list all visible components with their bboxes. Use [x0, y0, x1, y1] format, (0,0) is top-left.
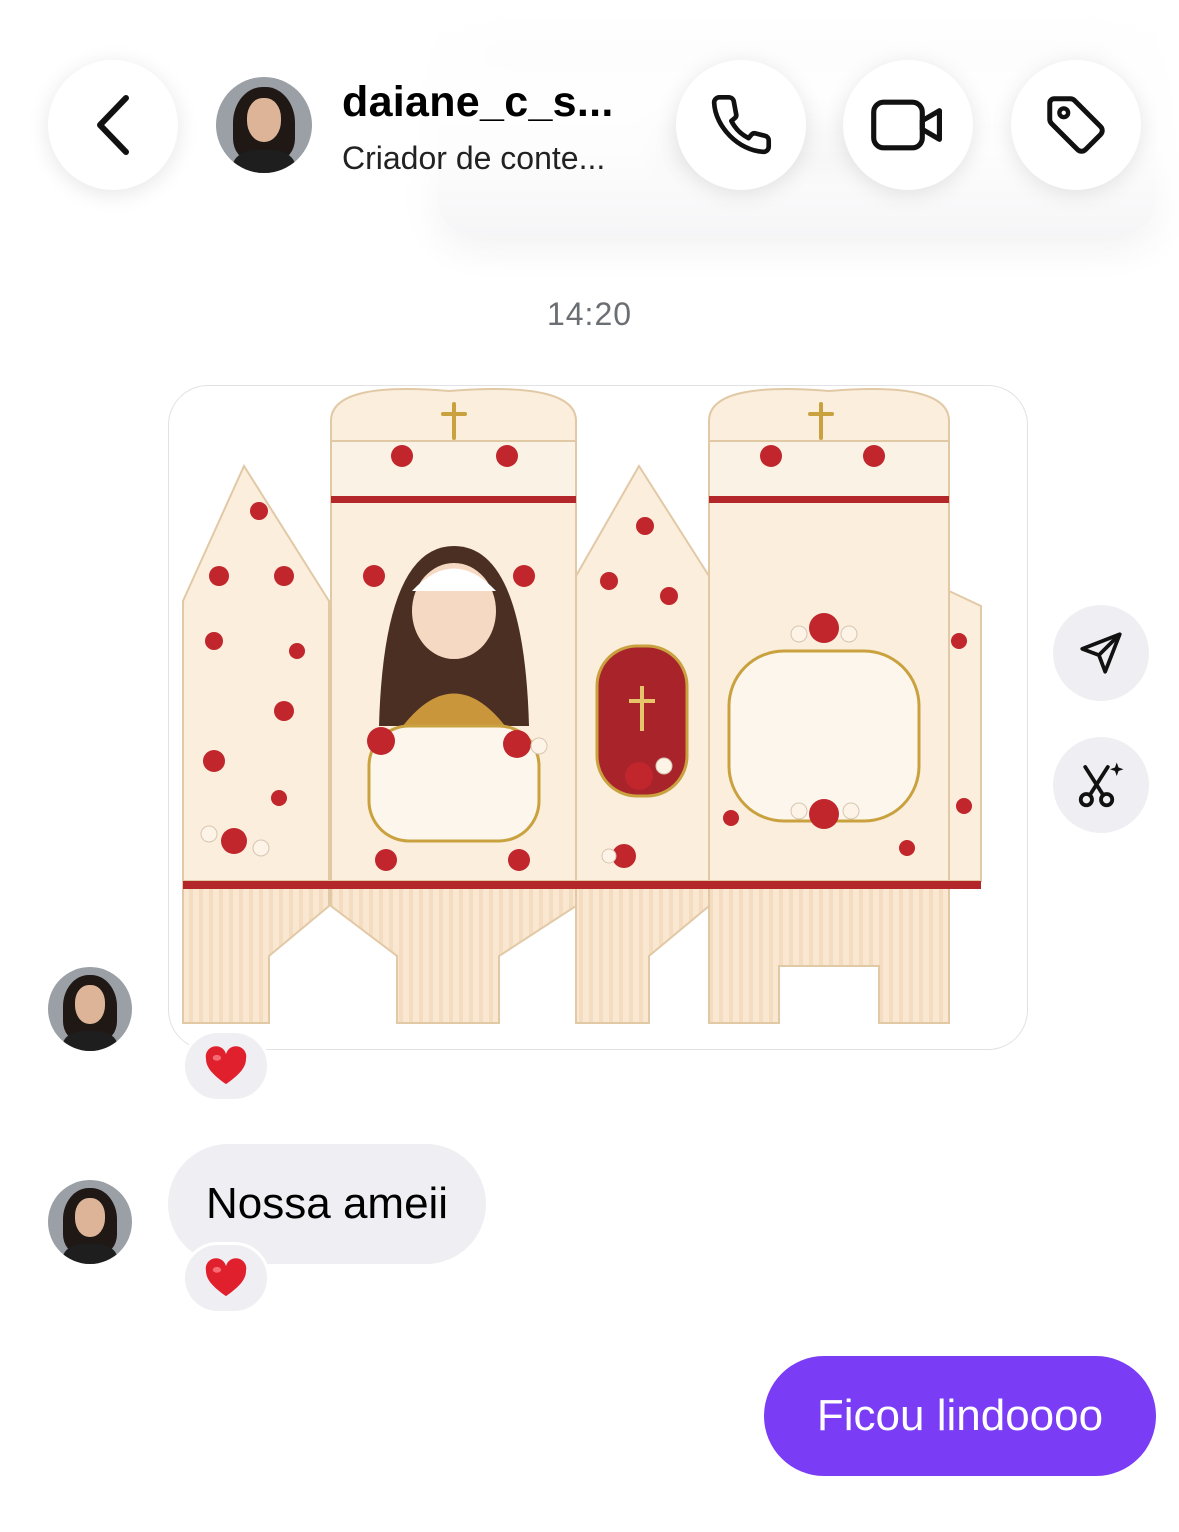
- heart-reaction[interactable]: [182, 1242, 270, 1314]
- video-camera-icon: [871, 99, 942, 151]
- phone-icon: [711, 94, 772, 155]
- heart-icon: [205, 1046, 247, 1085]
- heart-reaction[interactable]: [182, 1030, 270, 1102]
- scissors-sparkle-icon: [1078, 762, 1124, 808]
- sender-avatar[interactable]: [48, 1180, 132, 1264]
- call-button[interactable]: [676, 60, 806, 190]
- remix-button[interactable]: [1053, 737, 1149, 833]
- tag-icon: [1047, 96, 1105, 154]
- tag-button[interactable]: [1011, 60, 1141, 190]
- image-message[interactable]: [168, 385, 1028, 1050]
- outgoing-message-bubble[interactable]: Ficou lindoooo: [764, 1356, 1156, 1476]
- share-button[interactable]: [1053, 605, 1149, 701]
- video-call-button[interactable]: [843, 60, 973, 190]
- chevron-left-icon: [97, 95, 129, 155]
- message-timestamp: 14:20: [546, 296, 633, 332]
- contact-name[interactable]: daiane_c_s...: [342, 78, 662, 127]
- heart-icon: [205, 1258, 247, 1297]
- message-text: Ficou lindoooo: [816, 1391, 1104, 1440]
- contact-subtitle[interactable]: Criador de conte...: [342, 140, 662, 177]
- gift-box-template-image: [182, 388, 982, 1024]
- sender-avatar[interactable]: [48, 967, 132, 1051]
- message-text: Nossa ameii: [206, 1179, 449, 1228]
- back-button[interactable]: [48, 60, 178, 190]
- contact-avatar[interactable]: [216, 77, 312, 173]
- send-icon: [1080, 632, 1122, 674]
